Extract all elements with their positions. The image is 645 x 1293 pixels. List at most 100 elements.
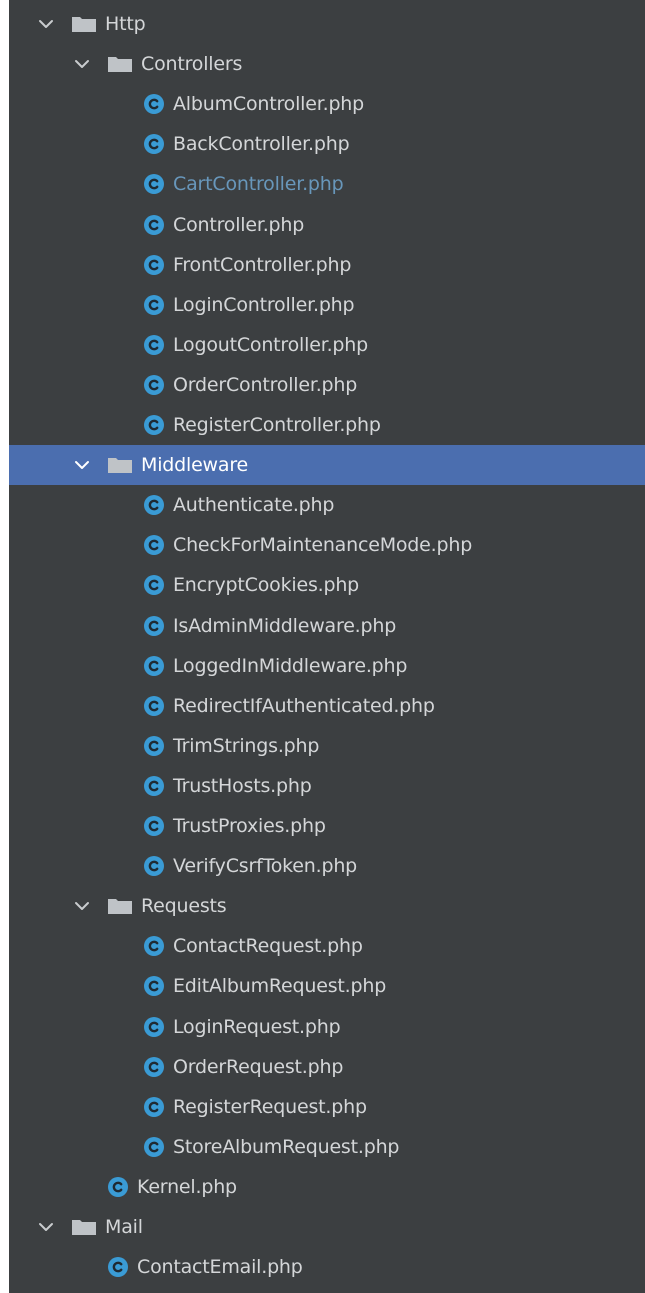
tree-item-label: IsAdminMiddleware.php	[173, 614, 397, 637]
php-class-icon	[143, 735, 165, 757]
tree-file-isadminmiddleware[interactable]: IsAdminMiddleware.php	[9, 606, 645, 646]
tree-file-frontcontroller[interactable]: FrontController.php	[9, 245, 645, 285]
php-class-icon	[107, 1256, 129, 1278]
php-class-icon	[143, 294, 165, 316]
php-class-icon	[143, 935, 165, 957]
tree-item-label: TrimStrings.php	[173, 734, 320, 757]
tree-item-label: CartController.php	[173, 173, 344, 196]
tree-file-verifycsrftoken[interactable]: VerifyCsrfToken.php	[9, 846, 645, 886]
tree-item-label: Http	[105, 13, 146, 35]
php-class-icon	[143, 133, 165, 155]
php-class-icon	[143, 534, 165, 556]
tree-item-label: Controllers	[141, 53, 243, 76]
php-class-icon	[143, 655, 165, 677]
folder-icon	[107, 54, 133, 74]
tree-item-label: LoginController.php	[173, 293, 355, 316]
tree-file-loginrequest[interactable]: LoginRequest.php	[9, 1007, 645, 1047]
php-class-icon	[143, 374, 165, 396]
php-class-icon	[143, 173, 165, 195]
tree-item-label: AlbumController.php	[173, 93, 365, 116]
tree-folder-middleware[interactable]: Middleware	[9, 445, 645, 486]
tree-item-label: EncryptCookies.php	[173, 574, 360, 597]
tree-file-encryptcookies[interactable]: EncryptCookies.php	[9, 565, 645, 605]
tree-file-registerrequest[interactable]: RegisterRequest.php	[9, 1087, 645, 1127]
chevron-down-icon[interactable]	[35, 1216, 57, 1238]
tree-item-label: RegisterController.php	[173, 414, 381, 436]
tree-file-backcontroller[interactable]: BackController.php	[9, 124, 645, 164]
tree-file-contactrequest[interactable]: ContactRequest.php	[9, 926, 645, 966]
php-class-icon	[143, 334, 165, 356]
php-class-icon	[143, 695, 165, 717]
tree-file-controller[interactable]: Controller.php	[9, 205, 645, 245]
php-class-icon	[143, 494, 165, 516]
folder-icon	[71, 14, 97, 34]
tree-file-cartcontroller[interactable]: CartController.php	[9, 164, 645, 204]
chevron-down-icon[interactable]	[35, 13, 57, 35]
tree-file-editalbumrequest[interactable]: EditAlbumRequest.php	[9, 966, 645, 1006]
tree-folder-controllers[interactable]: Controllers	[9, 44, 645, 84]
tree-file-logincontroller[interactable]: LoginController.php	[9, 285, 645, 325]
tree-item-label: BackController.php	[173, 133, 350, 156]
tree-item-label: OrderController.php	[173, 373, 358, 396]
tree-file-kernel[interactable]: Kernel.php	[9, 1167, 645, 1207]
tree-item-label: ContactRequest.php	[173, 935, 363, 958]
php-class-icon	[143, 414, 165, 436]
tree-file-trusthosts[interactable]: TrustHosts.php	[9, 766, 645, 806]
php-class-icon	[143, 815, 165, 837]
tree-folder-requests[interactable]: Requests	[9, 886, 645, 926]
folder-icon	[107, 455, 133, 475]
php-class-icon	[143, 93, 165, 115]
folder-icon	[107, 896, 133, 916]
tree-item-label: Authenticate.php	[173, 494, 335, 517]
tree-item-label: TrustHosts.php	[173, 774, 312, 797]
tree-file-albumcontroller[interactable]: AlbumController.php	[9, 84, 645, 124]
tree-file-trimstrings[interactable]: TrimStrings.php	[9, 726, 645, 766]
tree-file-checkformaintenancemode[interactable]: CheckForMaintenanceMode.php	[9, 525, 645, 565]
php-class-icon	[143, 1096, 165, 1118]
tree-item-label: Kernel.php	[137, 1175, 237, 1198]
tree-file-logoutcontroller[interactable]: LogoutController.php	[9, 325, 645, 365]
php-class-icon	[143, 254, 165, 276]
folder-icon	[71, 1217, 97, 1237]
tree-file-registercontroller[interactable]: RegisterController.php	[9, 405, 645, 445]
project-tree-panel: Http Controllers AlbumController.php BackCo…	[9, 0, 645, 1293]
tree-item-label: Mail	[105, 1216, 143, 1238]
tree-file-redirectifauthenticated[interactable]: RedirectIfAuthenticated.php	[9, 686, 645, 726]
tree-item-label: StoreAlbumRequest.php	[173, 1135, 400, 1158]
tree-file-trustproxies[interactable]: TrustProxies.php	[9, 806, 645, 846]
tree-item-label: LoggedInMiddleware.php	[173, 654, 408, 677]
tree-item-label: FrontController.php	[173, 253, 352, 276]
php-class-icon	[143, 855, 165, 877]
chevron-down-icon[interactable]	[71, 895, 93, 917]
php-class-icon	[143, 1016, 165, 1038]
php-class-icon	[143, 1136, 165, 1158]
tree-item-label: OrderRequest.php	[173, 1055, 344, 1078]
php-class-icon	[143, 214, 165, 236]
tree-folder-http[interactable]: Http	[9, 4, 645, 44]
tree-file-loggedinmiddleware[interactable]: LoggedInMiddleware.php	[9, 646, 645, 686]
php-class-icon	[143, 975, 165, 997]
tree-item-label: Requests	[141, 895, 227, 918]
tree-file-storealbumrequest[interactable]: StoreAlbumRequest.php	[9, 1127, 645, 1167]
tree-item-label: CheckForMaintenanceMode.php	[173, 534, 473, 557]
php-class-icon	[143, 615, 165, 637]
tree-file-authenticate[interactable]: Authenticate.php	[9, 485, 645, 525]
php-class-icon	[143, 1056, 165, 1078]
chevron-down-icon[interactable]	[71, 454, 93, 476]
tree-file-orderrequest[interactable]: OrderRequest.php	[9, 1047, 645, 1087]
tree-item-label: RegisterRequest.php	[173, 1095, 367, 1118]
tree-item-label: Middleware	[141, 454, 249, 477]
tree-item-label: ContactEmail.php	[137, 1256, 303, 1279]
tree-item-label: LoginRequest.php	[173, 1015, 341, 1038]
tree-file-ordercontroller[interactable]: OrderController.php	[9, 365, 645, 405]
php-class-icon	[107, 1176, 129, 1198]
tree-item-label: EditAlbumRequest.php	[173, 975, 387, 998]
tree-item-label: TrustProxies.php	[173, 815, 326, 837]
tree-item-label: LogoutController.php	[173, 333, 368, 356]
tree-item-label: VerifyCsrfToken.php	[173, 855, 358, 878]
tree-item-label: Controller.php	[173, 213, 305, 236]
tree-folder-mail[interactable]: Mail	[9, 1207, 645, 1247]
tree-file-contactemail[interactable]: ContactEmail.php	[9, 1247, 645, 1287]
chevron-down-icon[interactable]	[71, 53, 93, 75]
php-class-icon	[143, 574, 165, 596]
